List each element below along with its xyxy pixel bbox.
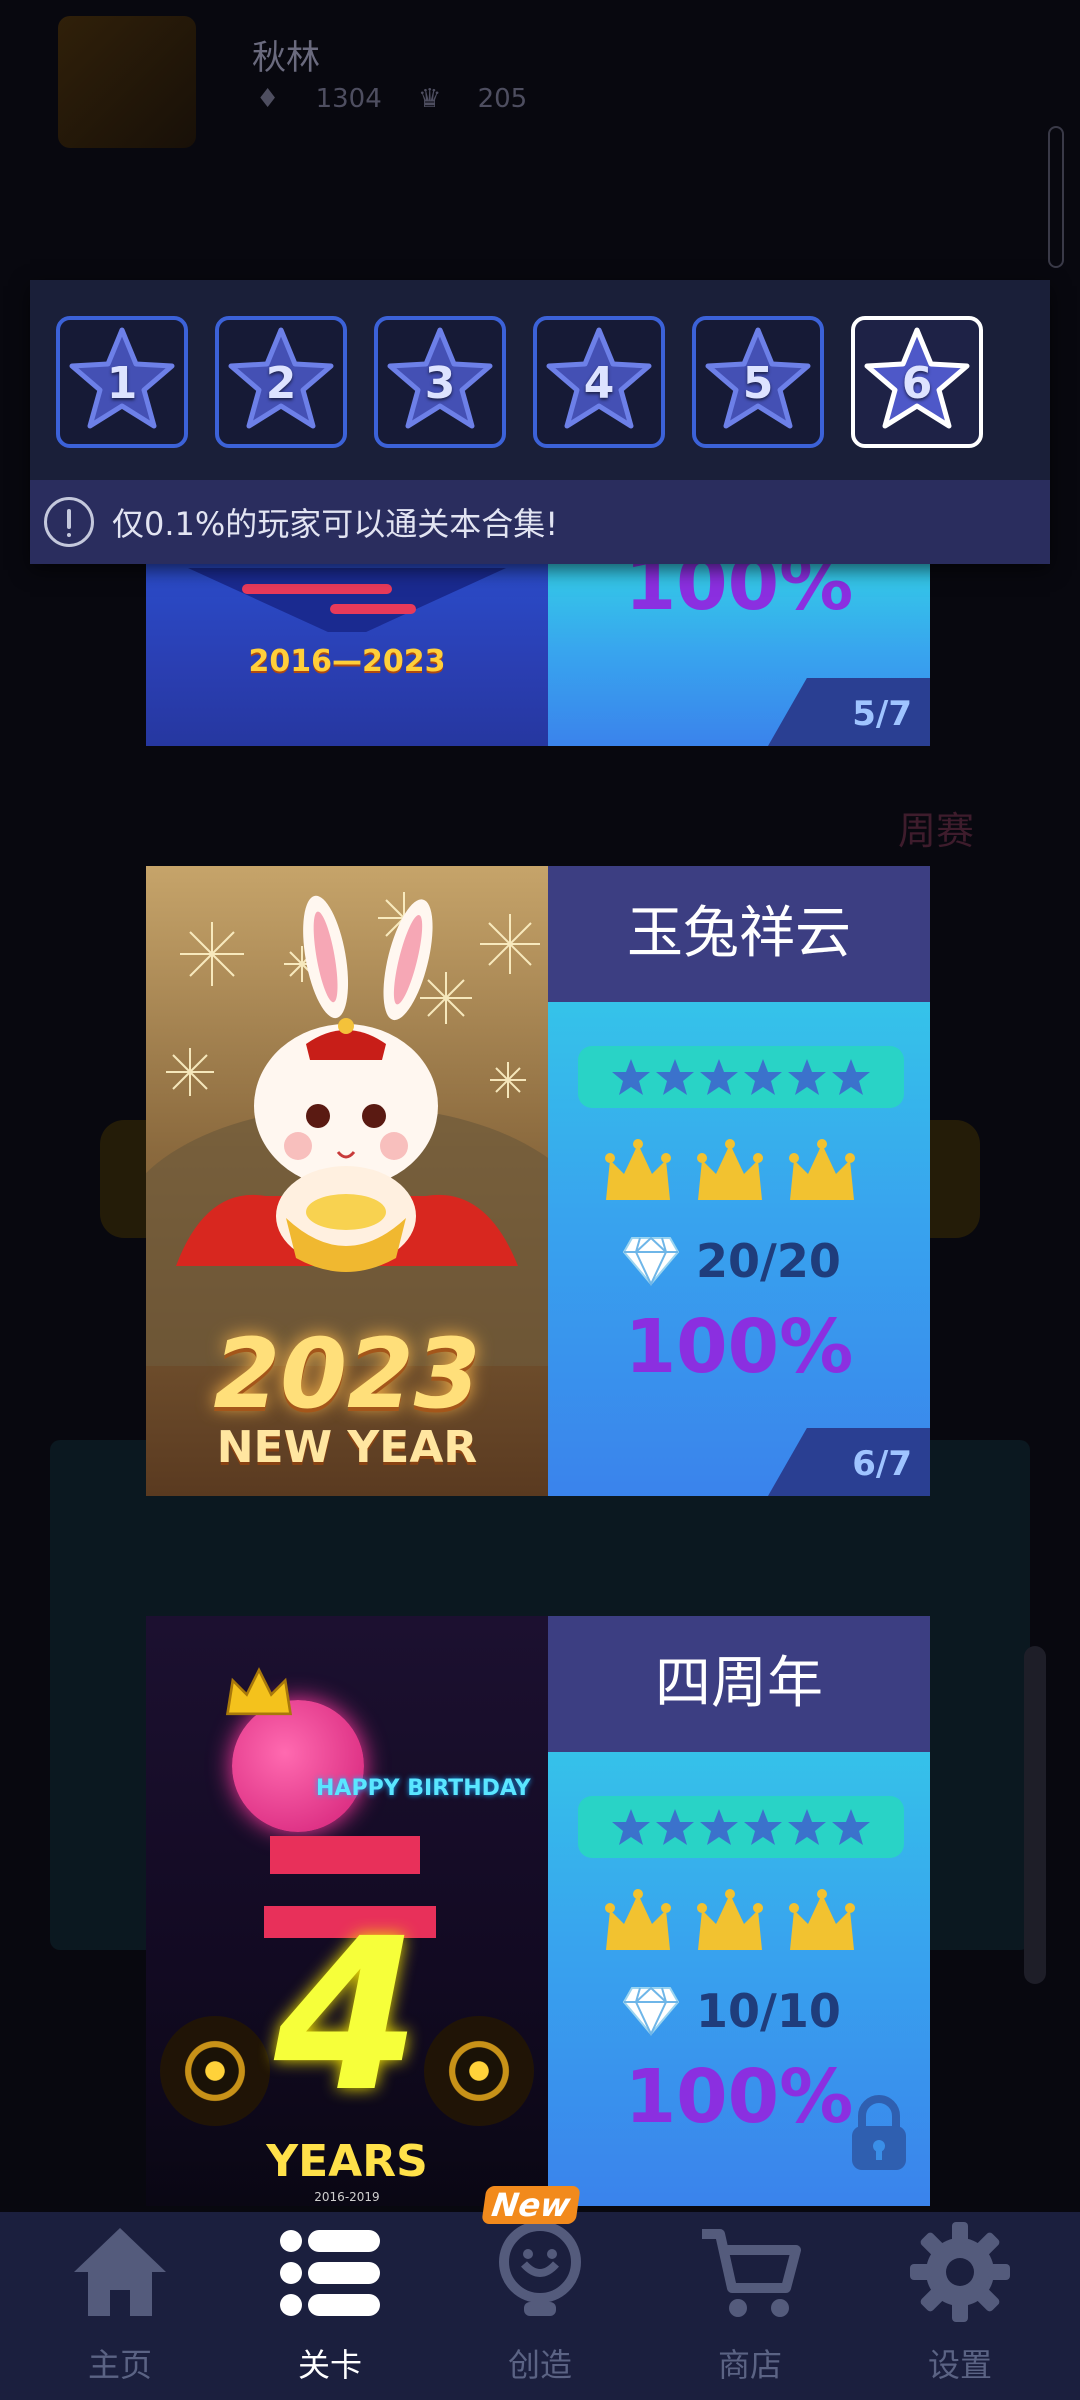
- nav-home[interactable]: 主页: [20, 2212, 220, 2400]
- top-scrollbar[interactable]: [1048, 126, 1064, 268]
- crown-icon: [605, 1889, 671, 1950]
- page-indicator: 6/7: [768, 1428, 930, 1496]
- difficulty-rating: [578, 1046, 904, 1108]
- star-tab-number: 2: [265, 358, 297, 409]
- diamond-icon: [622, 1236, 680, 1286]
- collection-art: 2023 NEW YEAR: [146, 866, 548, 1496]
- home-icon: [74, 2228, 166, 2316]
- nav-shop[interactable]: 商店: [650, 2212, 850, 2400]
- art-stripe: [330, 604, 416, 614]
- star-tab-number: 5: [742, 358, 774, 409]
- cart-icon: [702, 2229, 801, 2317]
- collection-title: 玉兔祥云: [548, 866, 930, 1002]
- star-tabs: 1 2 3 4 5 6: [56, 316, 983, 448]
- collection-art: HAPPY BIRTHDAY 4 YEARS 2016-2019: [146, 1616, 548, 2206]
- rating-star-icon: [700, 1059, 738, 1095]
- crown-rating: [602, 1888, 858, 1956]
- nav-create-label: 创造: [507, 2346, 572, 2384]
- crown-count: 205: [477, 84, 528, 114]
- collection-info: 玉兔祥云 20/20 100% 6/7: [548, 866, 930, 1496]
- notice-text: 仅0.1%的玩家可以通关本合集!: [112, 505, 559, 543]
- username: 秋林: [252, 38, 320, 78]
- crown-rating: [602, 1138, 858, 1206]
- lightbulb-icon: [499, 2221, 581, 2316]
- profile-stats: ♦ 1304 ♛ 205: [256, 84, 555, 114]
- star-tab-number: 6: [901, 358, 933, 409]
- bottom-navigation: 主页 关卡 创造 商店 设置: [0, 2212, 1080, 2400]
- list-icon: [280, 2230, 380, 2316]
- nav-create[interactable]: 创造: [440, 2212, 640, 2400]
- page-indicator: 5/7: [768, 678, 930, 746]
- rating-star-icon: [612, 1809, 650, 1845]
- star-tab-number: 1: [106, 358, 138, 409]
- star-tab-1[interactable]: 1: [56, 316, 188, 448]
- crown-icon: ♛: [418, 84, 442, 114]
- diamond-icon: [622, 1986, 680, 2036]
- diamond-count: 1304: [315, 84, 382, 114]
- notice-bar: 仅0.1%的玩家可以通关本合集!: [30, 480, 1050, 564]
- rating-star-icon: [788, 1809, 826, 1845]
- collection-art: 2016—2023: [146, 540, 548, 746]
- art-number: 4: [273, 1893, 421, 2138]
- star-selector: 1 2 3 4 5 6 仅0.1%的玩家可以通关本合集!: [30, 280, 1050, 564]
- crown-icon: [789, 1139, 855, 1200]
- star-tab-4[interactable]: 4: [533, 316, 665, 448]
- nav-levels-label: 关卡: [297, 2346, 362, 2384]
- rating-star-icon: [832, 1809, 870, 1845]
- rating-star-icon: [788, 1059, 826, 1095]
- gem-progress: 10/10: [622, 1984, 841, 2038]
- gem-progress: 20/20: [622, 1234, 841, 1288]
- art-caption: YEARS: [266, 2136, 428, 2187]
- star-tab-2[interactable]: 2: [215, 316, 347, 448]
- art-greeting: HAPPY BIRTHDAY: [316, 1776, 531, 1801]
- art-stripe: [242, 584, 392, 594]
- collection-card-7[interactable]: HAPPY BIRTHDAY 4 YEARS 2016-2019 四周年 10/…: [146, 1616, 930, 2206]
- star-tab-number: 4: [583, 358, 615, 409]
- rating-star-icon: [612, 1059, 650, 1095]
- crown-icon: [789, 1889, 855, 1950]
- nav-home-label: 主页: [87, 2346, 152, 2384]
- crown-icon: [697, 1889, 763, 1950]
- rating-star-icon: [744, 1809, 782, 1845]
- star-tab-6[interactable]: 6: [851, 316, 983, 448]
- rating-star-icon: [656, 1809, 694, 1845]
- scrollbar[interactable]: [1024, 1646, 1046, 1984]
- difficulty-rating: [578, 1796, 904, 1858]
- nav-shop-label: 商店: [717, 2346, 782, 2384]
- weekly-label: 周赛: [898, 809, 975, 853]
- star-tab-3[interactable]: 3: [374, 316, 506, 448]
- info-icon: [44, 497, 94, 547]
- avatar: [58, 16, 196, 148]
- art-caption: NEW YEAR: [216, 1422, 478, 1473]
- rating-star-icon: [744, 1059, 782, 1095]
- diamond-icon: ♦: [256, 84, 280, 114]
- gear-icon: [910, 2222, 1010, 2322]
- rating-star-icon: [700, 1809, 738, 1845]
- crown-icon: [605, 1139, 671, 1200]
- crown-decoration-icon: [225, 1667, 293, 1716]
- crown-icon: [697, 1139, 763, 1200]
- art-cake-top: [270, 1836, 420, 1874]
- lock-icon[interactable]: [848, 2094, 910, 2172]
- collection-title: 四周年: [548, 1616, 930, 1752]
- nav-settings[interactable]: 设置: [860, 2212, 1060, 2400]
- collection-info: 100% 5/7: [548, 540, 930, 746]
- collection-card-6[interactable]: 2023 NEW YEAR 玉兔祥云 20/20 100% 6/7: [146, 866, 930, 1496]
- star-tab-number: 3: [424, 358, 456, 409]
- art-chevron: [188, 568, 506, 632]
- star-tab-5[interactable]: 5: [692, 316, 824, 448]
- art-ball: [232, 1700, 364, 1832]
- collection-card-5[interactable]: 2016—2023 100% 5/7: [146, 540, 930, 746]
- art-years: 2016—2023: [248, 644, 446, 679]
- gem-count: 20/20: [696, 1234, 841, 1288]
- completion-percent: 100%: [624, 1304, 854, 1390]
- nav-levels[interactable]: 关卡: [230, 2212, 430, 2400]
- collection-info: 四周年 10/10 100%: [548, 1616, 930, 2206]
- rating-star-icon: [656, 1059, 694, 1095]
- rating-star-icon: [832, 1059, 870, 1095]
- new-badge: New: [481, 2186, 581, 2224]
- nav-settings-label: 设置: [927, 2346, 992, 2384]
- gem-count: 10/10: [696, 1984, 841, 2038]
- art-year: 2023: [213, 1318, 481, 1430]
